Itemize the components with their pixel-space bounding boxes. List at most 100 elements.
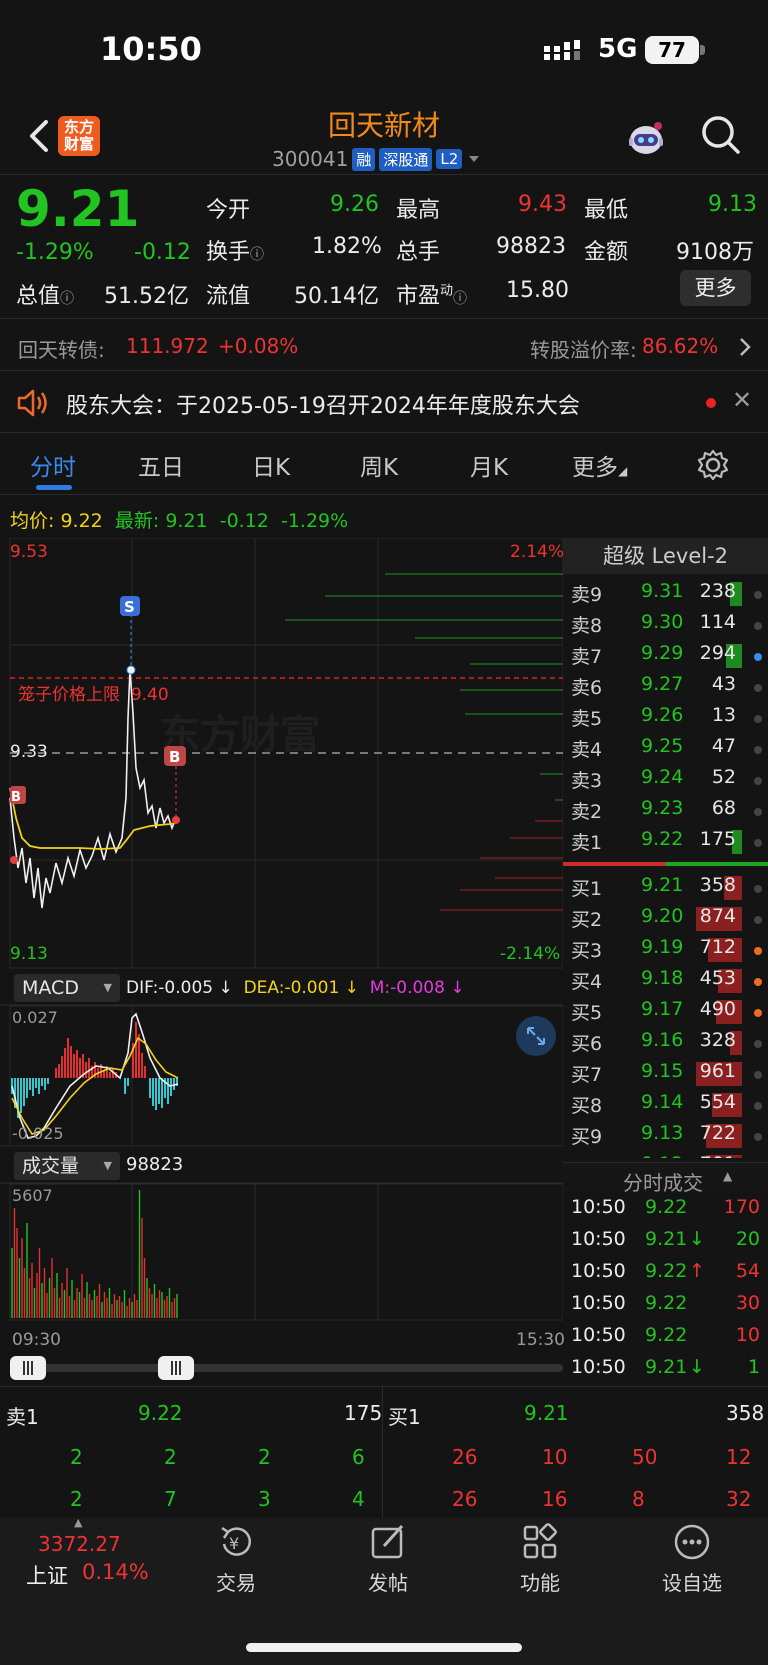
- bid-row[interactable]: 买7 9.15 961: [563, 1058, 768, 1088]
- tick-arrow-icon: ↓: [689, 1356, 705, 1378]
- ask-row[interactable]: 卖5 9.26 13: [563, 702, 768, 732]
- close-icon[interactable]: ✕: [732, 386, 752, 414]
- ask-row[interactable]: 卖9 9.31 238: [563, 578, 768, 608]
- price-limit-label: 笼子价格上限 9.40: [18, 680, 169, 705]
- turnover-label[interactable]: 换手ⓘ: [206, 234, 264, 266]
- queue-ask-cell: 2: [70, 1445, 83, 1469]
- settings-gear-icon[interactable]: [696, 448, 730, 482]
- bid-row[interactable]: 买9 9.13 722: [563, 1120, 768, 1150]
- low-label: 最低: [584, 198, 629, 223]
- expand-button[interactable]: [516, 1016, 556, 1056]
- tick-volume: 54: [735, 1260, 760, 1282]
- info-icon: ⓘ: [453, 291, 468, 307]
- tick-volume: 1: [747, 1356, 760, 1378]
- convertible-bond-row[interactable]: 回天转债: 111.972 +0.08% 转股溢价率: 86.62%: [0, 320, 768, 370]
- nav-trade[interactable]: ¥ 交易: [176, 1522, 296, 1596]
- nav-post[interactable]: 发帖: [328, 1522, 448, 1596]
- tab-daily-k[interactable]: 日K: [252, 448, 290, 482]
- bid-row[interactable]: 买1 9.21 358: [563, 872, 768, 902]
- tab-intraday[interactable]: 分时: [30, 448, 76, 482]
- volume-selector[interactable]: 成交量 ▼: [14, 1152, 120, 1180]
- buy-marker-label: B: [169, 748, 180, 766]
- macd-selector[interactable]: MACD ▼: [14, 974, 120, 1002]
- tab-five-day[interactable]: 五日: [138, 448, 184, 482]
- ticks-title: 分时成交: [623, 1171, 703, 1195]
- time-start: 09:30: [12, 1330, 61, 1350]
- volume-max: 5607: [12, 1186, 53, 1205]
- ask-row[interactable]: 卖2 9.23 68: [563, 795, 768, 825]
- bid-row[interactable]: 买6 9.16 328: [563, 1027, 768, 1057]
- tab-more[interactable]: 更多◢: [572, 448, 627, 482]
- level2-order-book[interactable]: 超级 Level-2 卖9 9.31 238 卖8 9.30 114 卖7 9.29 294 卖6…: [563, 538, 768, 1158]
- dot-icon: [754, 916, 762, 924]
- macd-selector-label: MACD: [22, 977, 79, 999]
- price-limit-text: 笼子价格上限: [18, 685, 120, 705]
- tab-weekly-k[interactable]: 周K: [360, 448, 398, 482]
- macd-top: 0.027: [12, 1008, 58, 1027]
- bid-row[interactable]: 买5 9.17 490: [563, 996, 768, 1026]
- search-icon[interactable]: [700, 114, 742, 156]
- ask-label: 卖4: [571, 739, 603, 761]
- ask-row[interactable]: 卖8 9.30 114: [563, 609, 768, 639]
- tick-price: 9.22: [645, 1260, 688, 1282]
- tab-monthly-k[interactable]: 月K: [470, 448, 508, 482]
- dot-icon: [754, 591, 762, 599]
- dot-icon: [754, 839, 762, 847]
- turnover-label-text: 换手: [206, 240, 251, 265]
- tick-price: 9.22: [645, 1196, 688, 1218]
- bond-label: 回天转债:: [18, 338, 105, 362]
- avg-label: 均价:: [10, 510, 55, 532]
- dot-icon: [754, 978, 762, 986]
- ask-row[interactable]: 卖6 9.27 43: [563, 671, 768, 701]
- tick-volume: 10: [735, 1324, 760, 1346]
- ask-row[interactable]: 卖7 9.29 294: [563, 640, 768, 670]
- mktcap-label[interactable]: 总值ⓘ: [16, 278, 74, 310]
- bid-row[interactable]: 买8 9.14 554: [563, 1089, 768, 1119]
- tick-time: 10:50: [571, 1196, 626, 1218]
- tick-price: 9.22: [645, 1292, 688, 1314]
- more-button[interactable]: 更多: [680, 270, 751, 306]
- tick-arrow-icon: ↓: [689, 1228, 705, 1250]
- volume-bars: [11, 1190, 178, 1318]
- robot-assistant-icon[interactable]: [624, 116, 668, 160]
- tick-row: 10:50 9.22 10: [563, 1322, 768, 1354]
- unread-dot: [706, 398, 716, 408]
- bid-row[interactable]: 买109.12701: [563, 1151, 768, 1158]
- sell-marker-label: S: [124, 598, 135, 616]
- bid-volume: 490: [699, 998, 736, 1020]
- caret-up-icon: ▲: [723, 1169, 733, 1183]
- more-circle-icon: [674, 1524, 710, 1560]
- notice-bar[interactable]: 股东大会：于2025-05-19召开2024年年度股东大会 ✕: [0, 372, 768, 432]
- nav-watchlist[interactable]: 设自选: [632, 1522, 752, 1596]
- intraday-chart[interactable]: 东方财富 S B B: [0, 538, 563, 1380]
- ask-row[interactable]: 卖4 9.25 47: [563, 733, 768, 763]
- bid-row[interactable]: 买4 9.18 453: [563, 965, 768, 995]
- ask-row[interactable]: 卖1 9.22 175: [563, 826, 768, 856]
- index-ticker[interactable]: ▲ 3372.27 上证 0.14%: [24, 1516, 154, 1608]
- index-value: 3372.27: [38, 1532, 121, 1556]
- tick-price: 9.21: [645, 1356, 688, 1378]
- nav-functions[interactable]: 功能: [480, 1522, 600, 1596]
- bid-volume: 874: [699, 905, 736, 927]
- bid-label: 买3: [571, 940, 603, 962]
- queue-ask-vol: 175: [344, 1401, 383, 1425]
- stock-subtitle[interactable]: 300041 融 深股通 L2: [272, 146, 482, 172]
- high-point: [126, 665, 136, 675]
- tick-row: 10:50 9.22 ↑ 54: [563, 1258, 768, 1290]
- pe-label[interactable]: 市盈动ⓘ: [396, 278, 467, 310]
- queue-bid-label: 买1: [388, 1405, 421, 1429]
- ticks-header[interactable]: 分时成交 ▲: [563, 1162, 768, 1195]
- speaker-icon: [17, 389, 47, 417]
- tick-row: 10:50 9.22 30: [563, 1290, 768, 1322]
- dot-icon: [754, 1071, 762, 1079]
- bid-volume: 722: [699, 1122, 736, 1144]
- svg-text:¥: ¥: [229, 1534, 239, 1553]
- tick-volume: 20: [735, 1228, 760, 1250]
- ask-row[interactable]: 卖3 9.24 52: [563, 764, 768, 794]
- time-scrubber-track[interactable]: [10, 1364, 563, 1372]
- ask-label: 卖7: [571, 646, 603, 668]
- bid-row[interactable]: 买2 9.20 874: [563, 903, 768, 933]
- mktcap-label-text: 总值: [16, 284, 61, 309]
- bid-row[interactable]: 买3 9.19 712: [563, 934, 768, 964]
- queue-ask-cell: 4: [352, 1487, 365, 1511]
